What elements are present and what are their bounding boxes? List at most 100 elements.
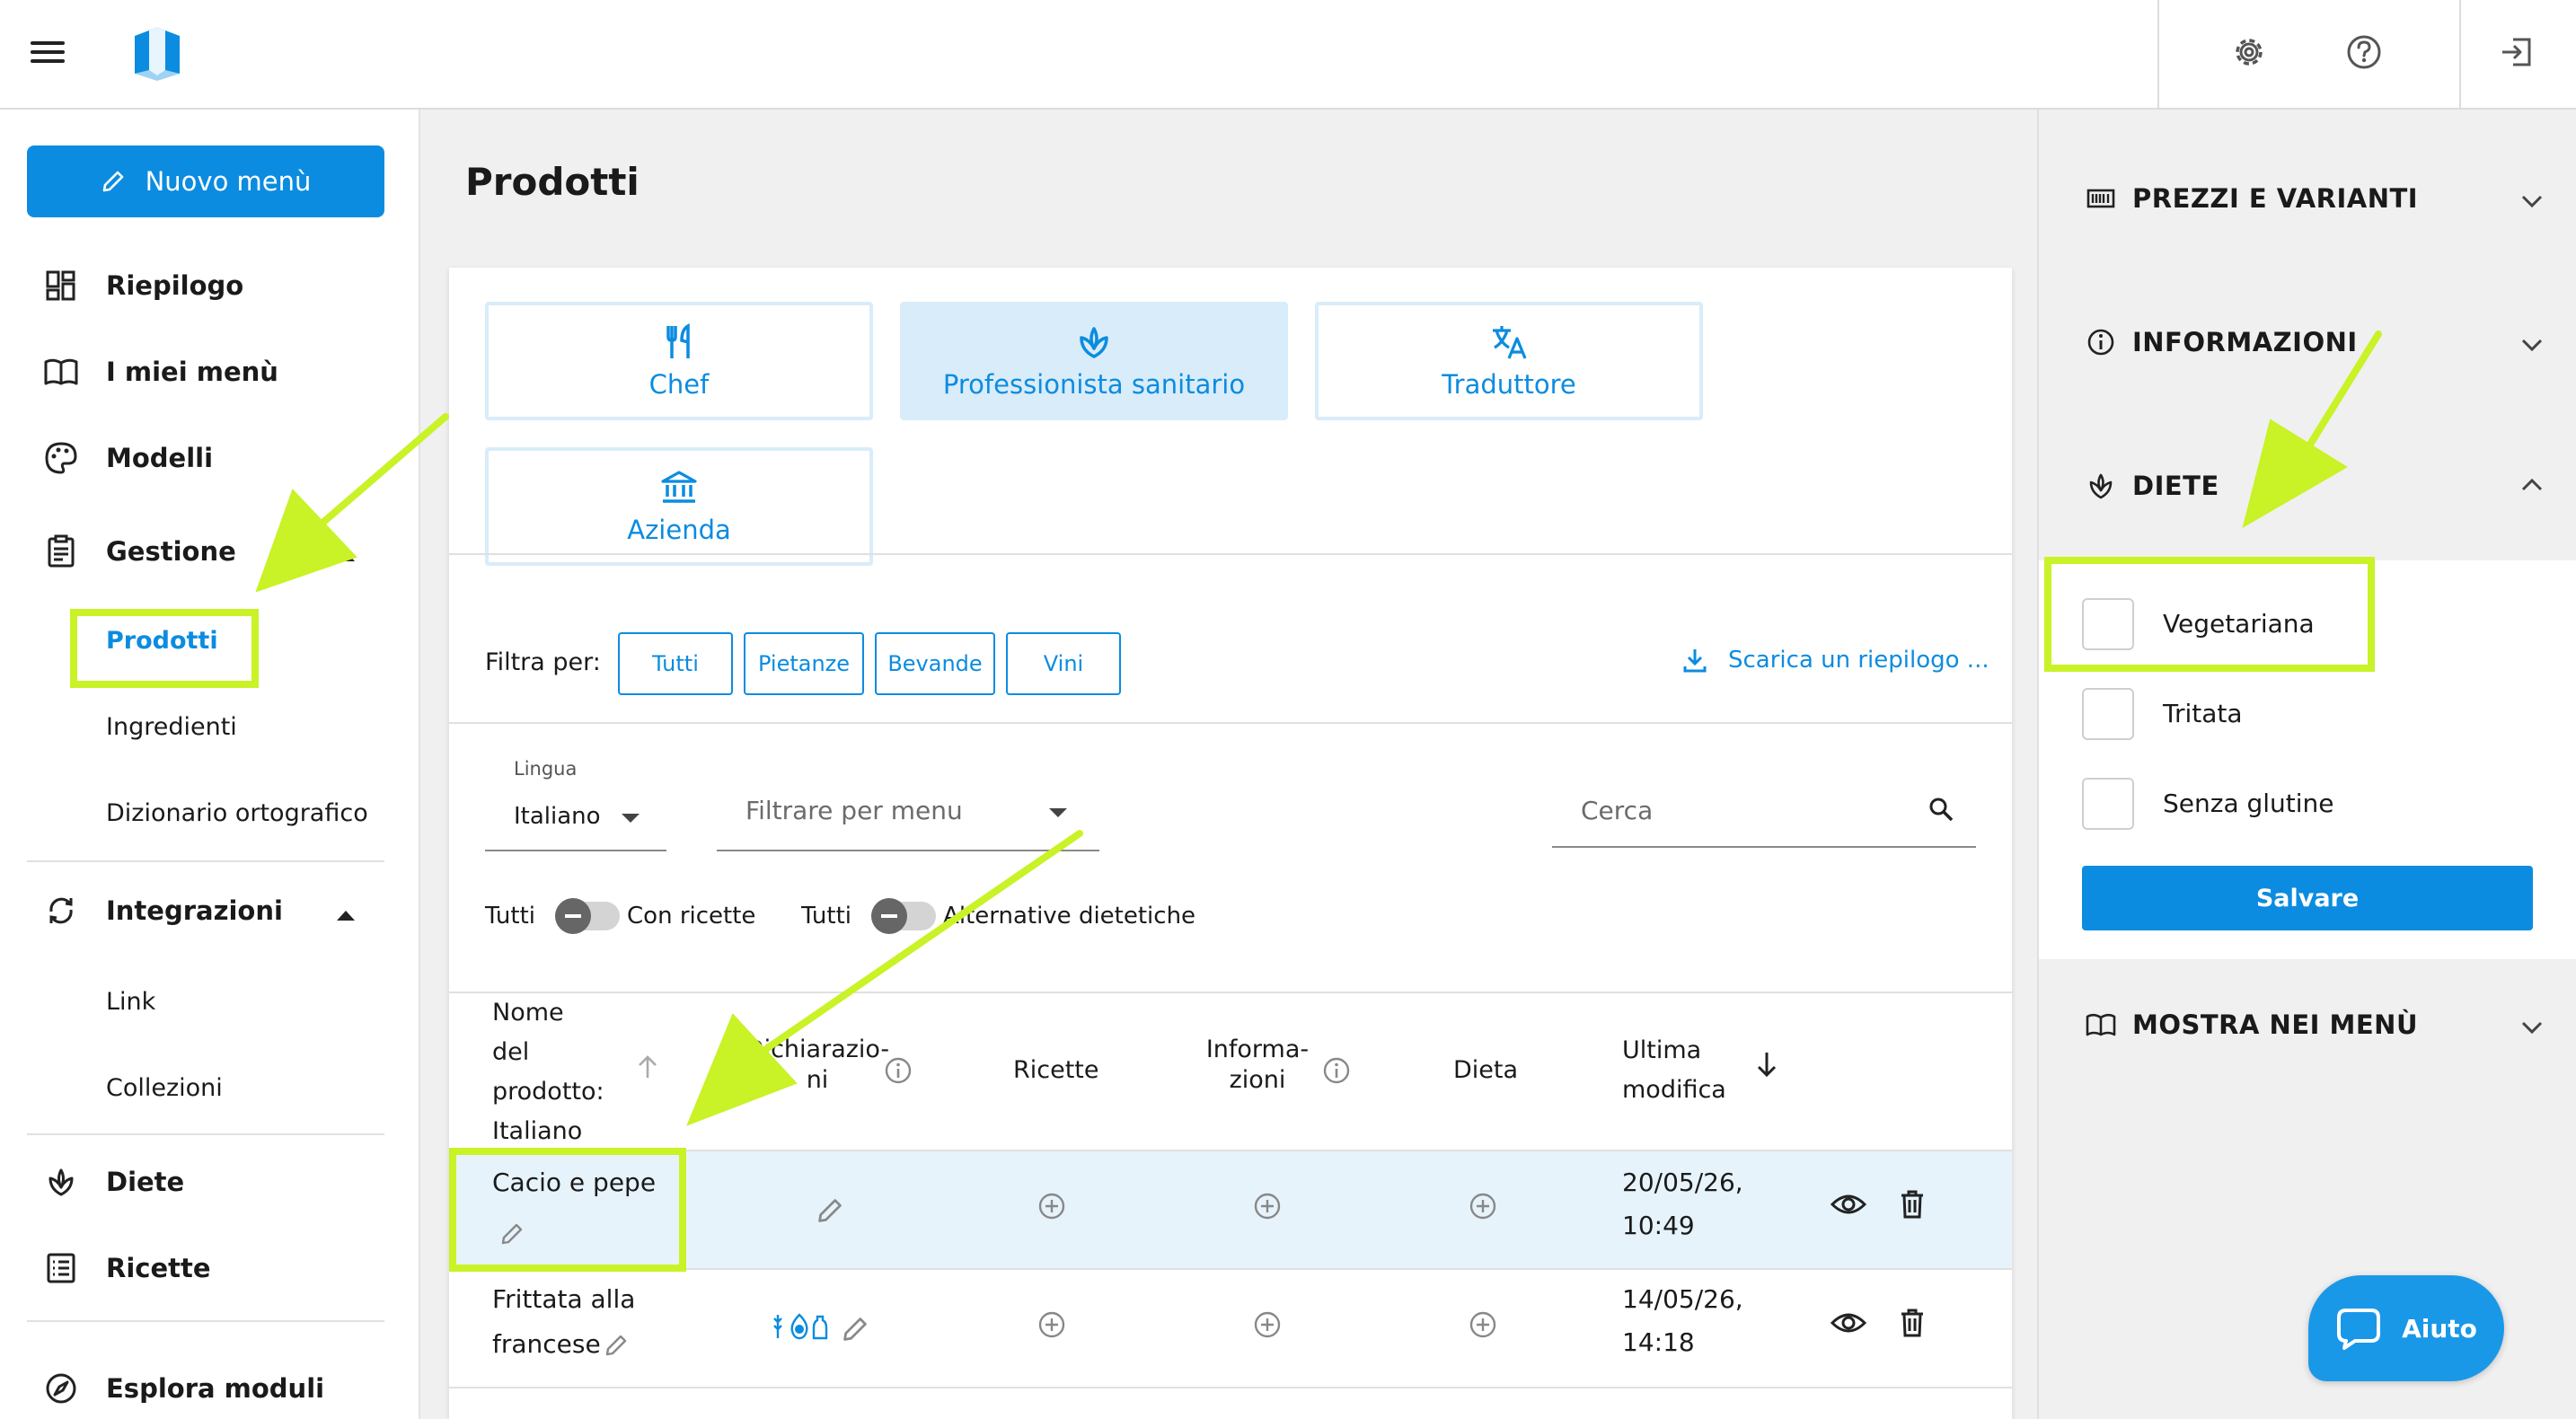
divider [449, 1387, 2012, 1388]
sidebar-item-integrazioni[interactable]: Integrazioni [0, 884, 419, 938]
sidebar-item-link[interactable]: Link [106, 988, 155, 1016]
sidebar-item-dizionario[interactable]: Dizionario ortografico [106, 799, 368, 827]
divider [449, 553, 2012, 555]
role-label: Traduttore [1442, 369, 1576, 400]
modified-time: 14:18 [1622, 1327, 1695, 1357]
logout-icon[interactable] [2497, 32, 2536, 72]
info-icon[interactable] [1322, 1056, 1351, 1085]
modified-date: 14/05/26, [1622, 1284, 1743, 1314]
palette-icon [45, 442, 77, 474]
eye-icon[interactable] [1831, 1309, 1866, 1336]
role-sanitario-button[interactable]: Professionista sanitario [900, 302, 1288, 420]
search-placeholder: Cerca [1581, 796, 1654, 825]
allergen-icons[interactable] [772, 1309, 835, 1342]
accordion-informazioni[interactable]: INFORMAZIONI [2039, 307, 2576, 451]
add-circle-icon[interactable] [1252, 1309, 1283, 1340]
download-icon [1683, 649, 1707, 673]
recipes-toggle[interactable] [555, 898, 621, 934]
help-chat-button[interactable]: Aiuto [2308, 1275, 2504, 1381]
role-chef-button[interactable]: Chef [485, 302, 873, 420]
add-circle-icon[interactable] [1468, 1191, 1498, 1221]
filter-vini-button[interactable]: Vini [1006, 632, 1121, 695]
caret-up-icon [337, 911, 355, 921]
column-header-last-modified[interactable]: Ultima modifica [1622, 1031, 1726, 1110]
sidebar-item-label: Esplora moduli [106, 1373, 325, 1404]
edit-icon[interactable] [841, 1315, 869, 1344]
new-menu-label: Nuovo menù [145, 166, 312, 197]
sidebar-item-collezioni[interactable]: Collezioni [106, 1074, 223, 1102]
sidebar-item-diete[interactable]: Diete [0, 1155, 419, 1209]
accordion-mostra[interactable]: MOSTRA NEI MENÙ [2039, 990, 2576, 1133]
tritata-checkbox[interactable] [2082, 688, 2134, 740]
toggle-on-label: Alternative dietetiche [943, 903, 1196, 930]
sidebar-item-ricette[interactable]: Ricette [0, 1241, 419, 1295]
header-text: Nome [492, 999, 564, 1027]
filter-tutti-button[interactable]: Tutti [618, 632, 733, 695]
save-button[interactable]: Salvare [2082, 866, 2533, 930]
column-header-recipes[interactable]: Ricette [1013, 1051, 1099, 1090]
add-circle-icon[interactable] [1252, 1191, 1283, 1221]
sidebar-item-riepilogo[interactable]: Riepilogo [0, 259, 419, 313]
senza-glutine-checkbox[interactable] [2082, 778, 2134, 830]
toggle-off-label: Tutti [801, 903, 852, 930]
language-select[interactable]: Lingua Italiano [485, 758, 666, 851]
menu-icon[interactable] [31, 38, 66, 66]
sync-icon [49, 897, 73, 924]
column-header-declarations[interactable]: Dichiarazio- ni [737, 1035, 898, 1096]
diet-alt-toggle-row: Tutti Alternative dietetiche [801, 898, 1196, 934]
chevron-up-icon [2521, 478, 2543, 491]
trash-icon[interactable] [1899, 1308, 1926, 1338]
edit-icon[interactable] [604, 1333, 629, 1358]
accordion-title: INFORMAZIONI [2132, 327, 2358, 357]
sidebar-item-ingredienti[interactable]: Ingredienti [106, 713, 237, 741]
divider [449, 992, 2012, 993]
column-header-diet[interactable]: Dieta [1453, 1051, 1518, 1090]
header-text: Ultima [1622, 1036, 1702, 1064]
menu-filter-select[interactable]: Filtrare per menu [717, 758, 1099, 851]
sidebar-item-esplora[interactable]: Esplora moduli [0, 1362, 419, 1415]
help-icon[interactable] [2344, 32, 2384, 72]
table-row[interactable]: Frittata alla francese 14/05/26, 14:18 [449, 1270, 2012, 1387]
trash-icon[interactable] [1899, 1189, 1926, 1220]
divider [27, 1133, 384, 1135]
add-circle-icon[interactable] [1468, 1309, 1498, 1340]
menu-filter-placeholder: Filtrare per menu [745, 796, 963, 825]
role-azienda-button[interactable]: Azienda [485, 447, 873, 566]
download-summary-link[interactable]: Scarica un riepilogo ... [1681, 647, 1989, 674]
column-header-name[interactable]: Nome del prodotto: Italiano [492, 993, 604, 1151]
info-icon[interactable] [884, 1056, 913, 1085]
sort-down-icon[interactable] [1755, 1051, 1778, 1078]
sidebar-item-gestione[interactable]: Gestione [0, 524, 419, 578]
sidebar-item-modelli[interactable]: Modelli [0, 431, 419, 485]
add-circle-icon[interactable] [1037, 1309, 1067, 1340]
sidebar-item-label: Diete [106, 1167, 185, 1197]
accordion-title: PREZZI E VARIANTI [2132, 183, 2419, 214]
search-icon[interactable] [1928, 796, 1954, 823]
diet-alternatives-toggle[interactable] [871, 898, 937, 934]
filter-pietanze-button[interactable]: Pietanze [744, 632, 864, 695]
app-logo[interactable] [131, 25, 183, 83]
book-icon [2086, 1013, 2116, 1036]
header-text: modifica [1622, 1076, 1726, 1104]
sidebar-item-label: Modelli [106, 443, 214, 473]
search-input[interactable]: Cerca [1552, 758, 1976, 848]
settings-icon[interactable] [2229, 32, 2269, 72]
dashboard-icon [46, 270, 75, 301]
caret-up-icon [337, 551, 355, 561]
column-header-info[interactable]: Informa- zioni [1195, 1035, 1320, 1096]
new-menu-button[interactable]: Nuovo menù [27, 145, 384, 217]
edit-icon[interactable] [816, 1196, 844, 1225]
diet-option-label: Senza glutine [2163, 789, 2334, 818]
sidebar-item-my-menus[interactable]: I miei menù [0, 345, 419, 399]
eye-icon[interactable] [1831, 1191, 1866, 1218]
sidebar-item-label: Riepilogo [106, 270, 244, 301]
accordion-prezzi[interactable]: PREZZI E VARIANTI [2039, 163, 2576, 307]
add-circle-icon[interactable] [1037, 1191, 1067, 1221]
sort-up-icon[interactable] [636, 1054, 659, 1080]
header-text: Italiano [492, 1117, 583, 1145]
toggle-off-label: Tutti [485, 903, 536, 930]
filter-bevande-button[interactable]: Bevande [875, 632, 995, 695]
role-traduttore-button[interactable]: Traduttore [1315, 302, 1703, 420]
modified-date: 20/05/26, [1622, 1168, 1743, 1197]
barcode-icon [2086, 189, 2115, 208]
